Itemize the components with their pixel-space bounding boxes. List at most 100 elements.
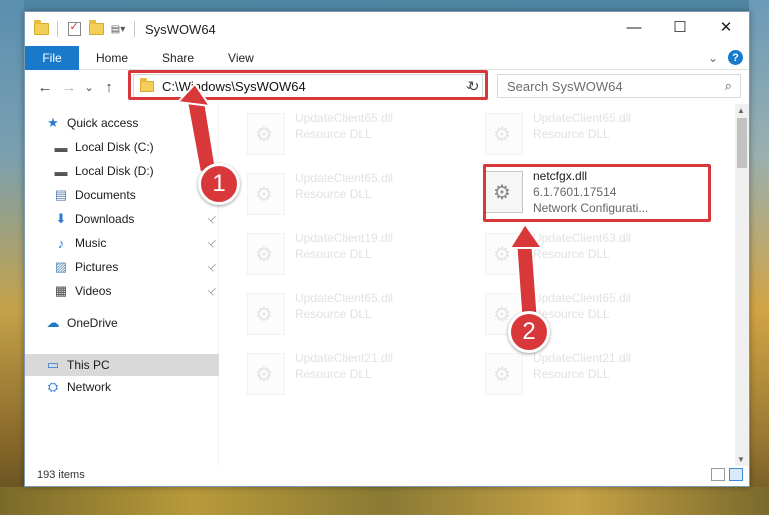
forward-button[interactable]: → [57, 79, 81, 96]
documents-icon: ▤ [54, 187, 68, 202]
vertical-scrollbar[interactable]: ▲ ▼ [735, 104, 749, 466]
file-name: UpdateClient65.dll [295, 291, 394, 305]
sidebar-item-network[interactable]: ⛭ Network [25, 376, 219, 398]
sidebar-item-local-disk-c[interactable]: ▬ Local Disk (C:) [25, 136, 219, 158]
sidebar-item-this-pc[interactable]: ▭ This PC [25, 354, 219, 376]
file-type: Resource DLL [295, 307, 372, 321]
file-text: UpdateClient21.dll Resource DLL [295, 350, 393, 398]
up-button[interactable]: ↑ [97, 79, 121, 96]
network-icon: ⛭ [47, 379, 59, 394]
view-buttons [711, 468, 743, 481]
expand-ribbon-icon[interactable]: ⌄ [708, 51, 718, 65]
dll-file-icon [485, 233, 523, 275]
properties-icon[interactable] [66, 20, 82, 37]
file-type: Resource DLL [295, 367, 372, 381]
sidebar-item-label: Local Disk (C:) [75, 140, 154, 154]
file-name: UpdateClient19.dll [295, 231, 394, 245]
sidebar-item-pictures[interactable]: ▨ Pictures ⊥ [25, 256, 220, 278]
file-tile[interactable]: UpdateClient65.dll Resource DLL [221, 170, 451, 218]
details-view-icon[interactable] [711, 468, 725, 481]
pin-icon: ⊥ [205, 212, 220, 226]
file-type: Resource DLL [533, 367, 610, 381]
toolbar-divider [57, 21, 58, 37]
downloads-icon: ⬇ [55, 211, 67, 226]
tab-share[interactable]: Share [145, 51, 211, 65]
file-text: UpdateClient65.dll Resource DLL [533, 110, 631, 158]
new-folder-icon[interactable] [88, 20, 104, 37]
sidebar-item-onedrive[interactable]: ☁ OneDrive [25, 312, 219, 334]
sidebar-item-quick-access[interactable]: ★ Quick access [25, 112, 219, 134]
title-bar: ▤▾ SysWOW64 — ☐ ✕ [25, 12, 749, 46]
pictures-icon: ▨ [54, 259, 68, 274]
dll-file-icon [485, 353, 523, 395]
file-tile[interactable]: UpdateClient21.dll Resource DLL [221, 350, 451, 398]
file-name: UpdateClient21.dll [533, 351, 632, 365]
file-highlight [483, 164, 711, 222]
file-name: UpdateClient65.dll [533, 111, 632, 125]
sidebar-item-label: Pictures [75, 260, 119, 274]
file-name: UpdateClient65.dll [295, 171, 394, 185]
minimize-button[interactable]: — [611, 12, 657, 42]
sidebar-item-label: Videos [75, 284, 112, 298]
file-tile[interactable]: UpdateClient65.dll Resource DLL [459, 110, 689, 158]
window-title: SysWOW64 [145, 21, 216, 37]
file-text: UpdateClient65.dll Resource DLL [295, 170, 393, 218]
toolbar-divider [134, 21, 135, 37]
window-controls: — ☐ ✕ [611, 12, 749, 42]
file-text: UpdateClient65.dll Resource DLL [295, 110, 393, 158]
navigation-pane: ★ Quick access ▬ Local Disk (C:) ▬ Local Disk… [25, 104, 220, 466]
pin-icon: ⊥ [205, 260, 220, 274]
content-area: ★ Quick access ▬ Local Disk (C:) ▬ Local Disk… [25, 104, 749, 466]
file-tile[interactable]: UpdateClient65.dll Resource DLL [459, 290, 689, 338]
sidebar-item-label: OneDrive [67, 316, 118, 330]
tiles-view-icon[interactable] [729, 468, 743, 481]
file-text: UpdateClient21.dll Resource DLL [533, 350, 631, 398]
ribbon-right: ⌄ ? [708, 50, 743, 65]
tab-file[interactable]: File [25, 45, 79, 70]
sidebar-item-documents[interactable]: ▤Documents⊥ [25, 184, 220, 206]
desktop-wallpaper-right [749, 0, 769, 515]
tab-view[interactable]: View [211, 51, 271, 65]
search-icon[interactable]: ⌕ [725, 78, 732, 94]
search-box[interactable]: Search SysWOW64 ⌕ [497, 74, 741, 98]
drive-icon: ▬ [54, 139, 68, 155]
address-highlight [128, 70, 488, 100]
sidebar-item-label: Local Disk (D:) [75, 164, 154, 178]
file-tile[interactable]: UpdateClient21.dll Resource DLL [459, 350, 689, 398]
callout-1: 1 [198, 163, 240, 205]
help-icon[interactable]: ? [728, 50, 743, 65]
dll-file-icon [247, 353, 285, 395]
customize-toolbar-icon[interactable]: ▤▾ [110, 21, 126, 37]
scroll-down-icon[interactable]: ▼ [737, 455, 745, 464]
sidebar-item-downloads[interactable]: ⬇ Downloads ⊥ [25, 208, 220, 230]
file-tile[interactable]: UpdateClient19.dll Resource DLL [221, 230, 451, 278]
sidebar-item-label: Quick access [67, 116, 139, 130]
search-placeholder: Search SysWOW64 [507, 78, 623, 94]
dll-file-icon [247, 293, 285, 335]
music-icon: ♪ [57, 235, 65, 251]
file-tile[interactable]: UpdateClient65.dll Resource DLL [221, 110, 451, 158]
file-name: UpdateClient65.dll [295, 111, 394, 125]
videos-icon: ▦ [54, 283, 68, 298]
file-tile[interactable]: UpdateClient65.dll Resource DLL [221, 290, 451, 338]
sidebar-item-videos[interactable]: ▦ Videos ⊥ [25, 280, 220, 302]
quick-access-toolbar: ▤▾ [25, 20, 137, 37]
item-count: 193 items [37, 469, 85, 481]
sidebar-item-music[interactable]: ♪ Music ⊥ [25, 232, 220, 254]
recent-locations-button[interactable]: ⌄ [81, 81, 97, 94]
sidebar-item-local-disk-d[interactable]: ▬ Local Disk (D:) [25, 160, 219, 182]
folder-icon[interactable] [33, 20, 49, 37]
file-tile[interactable]: UpdateClient63.dll Resource DLL [459, 230, 689, 278]
pin-icon: ⊥ [205, 236, 220, 250]
close-button[interactable]: ✕ [703, 12, 749, 42]
scroll-thumb[interactable] [737, 118, 747, 168]
file-name: UpdateClient63.dll [533, 231, 632, 245]
callout-2: 2 [508, 311, 550, 353]
this-pc-icon: ▭ [46, 357, 60, 372]
tab-home[interactable]: Home [79, 51, 145, 65]
maximize-button[interactable]: ☐ [657, 12, 703, 42]
sidebar-item-label: Network [67, 380, 112, 394]
back-button[interactable]: ← [33, 79, 57, 96]
drive-icon: ▬ [54, 163, 68, 179]
scroll-up-icon[interactable]: ▲ [737, 106, 745, 115]
